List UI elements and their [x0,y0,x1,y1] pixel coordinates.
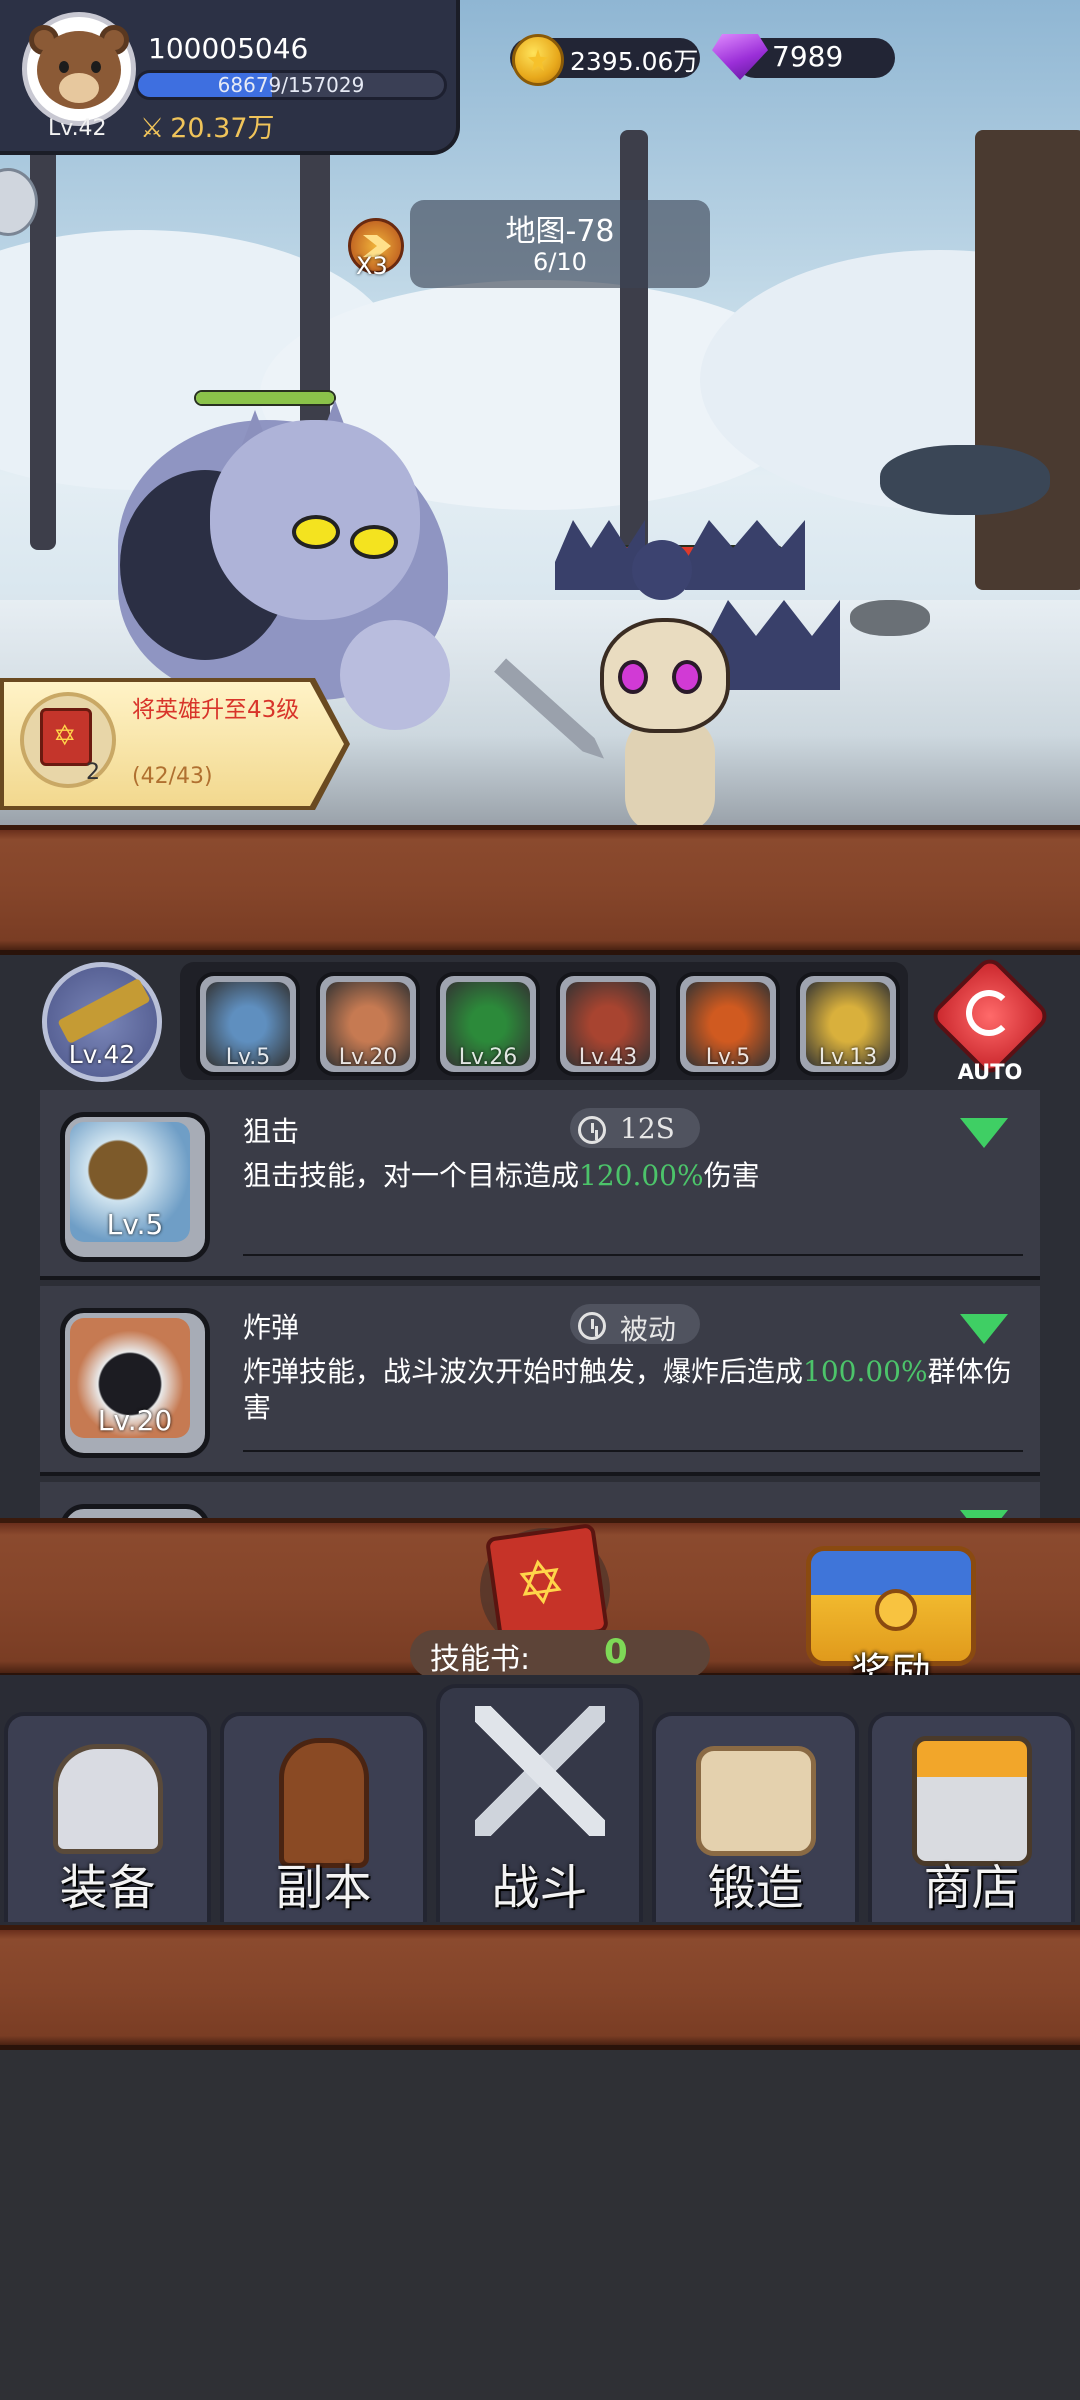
nav-tab[interactable]: 副本 [220,1712,427,1922]
desc-text: 狙击技能，对一个目标造成 [243,1159,580,1192]
game-screen: X3 地图-78 6/10 2 将英雄升至43级 (42/43) Lv.42 1… [0,0,1080,2400]
nav-tab-label: 装备 [59,1860,156,1916]
cooldown-text: 12S [620,1112,675,1145]
skill-slot-level: Lv.13 [818,1045,878,1070]
bottom-fill [0,2050,1080,2400]
quest-title: 将英雄升至43级 [132,697,300,723]
wave-progress: 6/10 [533,248,587,276]
skill-level: Lv.20 [97,1404,173,1437]
skill-slot-level: Lv.20 [338,1045,398,1070]
nav-tab[interactable]: 装备 [4,1712,211,1922]
skill-name: 狙击 [243,1115,300,1148]
shop-icon [911,1736,1032,1866]
helmet-icon [52,1744,163,1854]
expand-arrow-icon[interactable] [960,1314,1008,1344]
clock-icon [578,1312,606,1340]
nav-tab-label: 战斗 [491,1860,588,1916]
skill-book-icon [40,708,92,766]
player-avatar[interactable] [22,12,136,126]
desc-value: 120.00% [579,1159,704,1192]
skill-name: 炸弹 [243,1311,300,1344]
skill-slot[interactable]: Lv.43 [556,972,660,1076]
skill-slot[interactable]: Lv.13 [796,972,900,1076]
hero-weapon-level: Lv.42 [68,1040,136,1069]
skill-icon-frame [60,1504,210,1518]
gold-coin-icon [512,34,564,86]
hero-hp-bar [194,390,336,406]
clock-icon [578,1116,606,1144]
skeleton-eye [618,660,648,694]
gem-amount: 7989 [772,40,844,73]
gold-amount: 2395.06万 [570,47,699,76]
bear-eye [91,61,101,73]
skill-list[interactable]: Lv.5 狙击 12S 狙击技能，对一个目标造成120.00%伤害 Lv.20 … [40,1090,1040,1518]
nav-tab-label: 副本 [275,1860,372,1916]
skill-card[interactable]: Lv.5 狙击 12S 狙击技能，对一个目标造成120.00%伤害 [40,1090,1040,1280]
wood-divider [0,825,1080,955]
expand-arrow-icon[interactable] [960,1510,1008,1518]
quest-progress: (42/43) [132,764,213,789]
player-id: 100005046 [148,32,309,65]
skill-description: 炸弹技能，战斗波次开始时触发，爆炸后造成100.00%群体伤害 [243,1354,1013,1426]
xp-text: 68679/157029 [217,73,365,97]
rock [880,445,1050,515]
skill-slot-level: Lv.5 [225,1045,271,1070]
bear-muzzle [59,73,99,103]
expand-arrow-icon[interactable] [960,1118,1008,1148]
desc-value: 100.00% [803,1355,928,1388]
speed-label: X3 [356,252,388,280]
crossed-swords-icon [474,1706,605,1836]
desc-text: 炸弹技能，战斗波次开始时触发，爆炸后造成 [243,1355,804,1388]
card-divider [243,1450,1023,1452]
hero-hp-fill [196,392,334,404]
skill-card[interactable] [40,1482,1040,1518]
skill-slot[interactable]: Lv.5 [196,972,300,1076]
skill-slot-level: Lv.5 [705,1045,751,1070]
player-level: Lv.42 [48,116,107,141]
nav-tab[interactable]: 战斗 [436,1684,643,1922]
skill-level: Lv.5 [106,1208,164,1241]
combat-power: ⚔ 20.37万 [140,106,275,145]
combat-power-value: 20.37万 [170,113,275,144]
xp-bar: 68679/157029 [135,70,447,100]
skill-description: 狙击技能，对一个目标造成120.00%伤害 [243,1158,1013,1194]
skeleton-body [625,720,715,825]
skill-book-icon[interactable] [484,1522,610,1648]
card-divider [243,1254,1023,1256]
map-title: 地图-78 [505,214,615,249]
crossed-swords-icon: ⚔ [140,113,165,144]
nav-tab[interactable]: 商店 [868,1712,1075,1922]
tree [975,130,1080,590]
tree [620,130,648,550]
skill-book-count: 0 [604,1632,628,1672]
auto-label: AUTO [957,1060,1023,1084]
rock [850,600,930,636]
bear-eye [59,61,69,73]
skill-slot-level: Lv.43 [578,1045,638,1070]
refresh-icon [966,990,1012,1036]
bat-wing [685,520,805,590]
werewolf-eye [292,515,340,549]
skeleton-eye [672,660,702,694]
cooldown-text: 被动 [620,1313,677,1346]
skill-slot[interactable]: Lv.20 [316,972,420,1076]
skill-slot[interactable]: Lv.26 [436,972,540,1076]
nav-tab-label: 锻造 [707,1860,804,1916]
desc-text: 伤害 [703,1159,760,1192]
nav-tab[interactable]: 锻造 [652,1712,859,1922]
werewolf-claw [340,620,450,730]
skill-card[interactable]: Lv.20 炸弹 被动 炸弹技能，战斗波次开始时触发，爆炸后造成100.00%群… [40,1286,1040,1476]
wood-footer [0,1925,1080,2050]
bat-enemy[interactable] [632,540,692,600]
nav-tab-label: 商店 [923,1860,1020,1916]
forge-scroll-icon [695,1746,816,1856]
skill-slot-level: Lv.26 [458,1045,518,1070]
werewolf-eye [350,525,398,559]
skill-slot[interactable]: Lv.5 [676,972,780,1076]
skill-book-label: 技能书: [430,1642,531,1677]
quest-reward-count: 2 [86,760,100,785]
